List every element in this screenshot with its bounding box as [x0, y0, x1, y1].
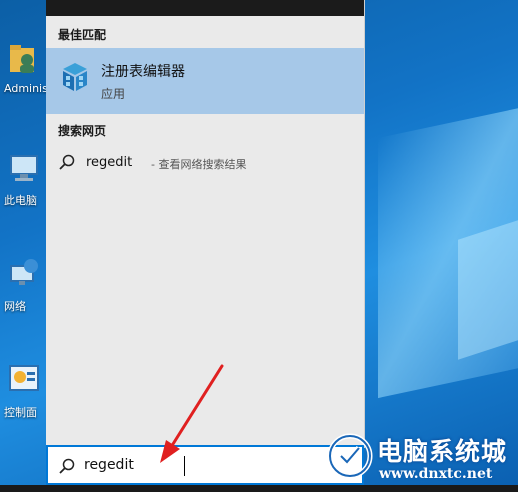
panel-top-bar — [46, 0, 364, 16]
registry-editor-icon — [63, 63, 87, 91]
web-result-query: regedit — [86, 155, 133, 170]
desktop-icon-network[interactable]: 网络 — [0, 256, 48, 314]
watermark-logo-icon — [327, 433, 373, 479]
site-watermark: 电脑系统城 www.dnxtc.net — [325, 420, 518, 492]
network-icon — [10, 259, 38, 285]
desktop-icon-label: 网络 — [4, 300, 26, 313]
desktop-icon-control-panel[interactable]: 控制面 — [0, 362, 48, 420]
desktop-icon-admin-folder[interactable]: Adminis — [0, 40, 48, 95]
app-type: 应用 — [101, 87, 126, 101]
web-result-description: - 查看网络搜索结果 — [151, 158, 247, 171]
web-search-result[interactable]: regedit - 查看网络搜索结果 — [46, 150, 364, 176]
best-match-header: 最佳匹配 — [58, 28, 107, 42]
desktop-icon-label: 此电脑 — [4, 194, 37, 207]
web-search-header: 搜索网页 — [58, 124, 107, 138]
desktop-icon-label: 控制面 — [4, 406, 37, 419]
search-box[interactable]: regedit — [46, 445, 364, 485]
desktop-icon-label: Adminis — [4, 82, 48, 95]
search-results-panel: 最佳匹配 注册表编辑器 应用 搜索网页 regedit - 查看网络搜索结果 — [46, 0, 365, 448]
app-name: 注册表编辑器 — [101, 64, 185, 80]
best-match-result[interactable]: 注册表编辑器 应用 — [46, 48, 364, 114]
wallpaper-light-beam-2 — [458, 220, 518, 360]
text-caret — [184, 456, 185, 476]
watermark-name: 电脑系统城 — [377, 437, 508, 466]
search-icon — [59, 458, 75, 474]
computer-icon — [10, 155, 38, 181]
control-panel-icon — [9, 365, 39, 391]
search-icon — [59, 154, 75, 170]
user-folder-icon — [10, 45, 34, 73]
watermark-url: www.dnxtc.net — [379, 466, 493, 482]
desktop-icon-this-pc[interactable]: 此电脑 — [0, 150, 48, 208]
